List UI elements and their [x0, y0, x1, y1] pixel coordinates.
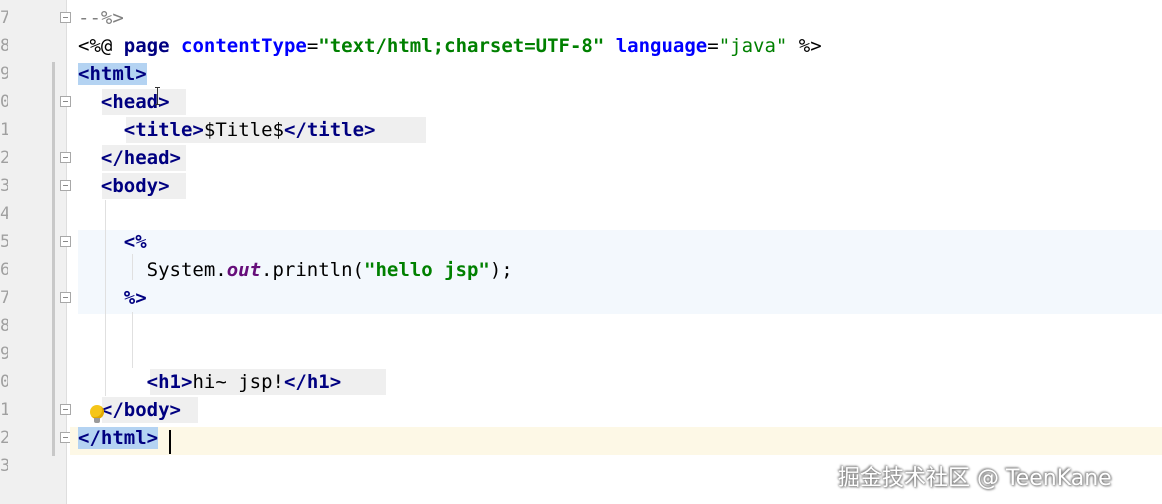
code-line-h1: <h1>hi~ jsp!</h1> — [78, 368, 342, 396]
code-line-html-close: </html> — [78, 424, 159, 452]
tag-lt: < — [100, 91, 113, 113]
title-text: $Title$ — [203, 119, 284, 141]
tag-name-title: title — [135, 119, 193, 141]
tag-lt-close: </ — [100, 399, 124, 421]
code-area[interactable]: --%> <%@ page contentType="text/html;cha… — [70, 0, 1162, 504]
lightbulb-intention-icon[interactable] — [90, 405, 104, 425]
scriptlet-open: <% — [123, 231, 147, 253]
text-caret — [169, 430, 171, 454]
tag-gt: > — [158, 175, 170, 197]
code-line-head-close: </head> — [78, 144, 181, 172]
fold-range-indicator — [52, 62, 55, 456]
scriptlet-close: %> — [123, 287, 147, 309]
tag-name-title-close: title — [306, 119, 365, 141]
tag-gt: > — [329, 371, 342, 393]
line-number: 3 — [0, 456, 8, 476]
tag-lt: < — [78, 63, 90, 85]
attribute-value-language: "java" — [718, 35, 788, 57]
line-number: 0 — [0, 372, 8, 392]
line-number: 9 — [0, 64, 8, 84]
tag-lt: < — [123, 119, 136, 141]
equals-sign: = — [306, 35, 319, 57]
tag-lt-close: </ — [283, 119, 307, 141]
tag-name-body-close: body — [123, 399, 170, 421]
brace-match-highlight: <html> — [78, 63, 147, 85]
tag-name-head: head — [112, 91, 159, 113]
line-number: 9 — [0, 344, 8, 364]
tag-lt-close: </ — [78, 427, 101, 449]
current-line-highlight — [70, 427, 1162, 455]
code-line-html-open: <html> — [78, 60, 147, 88]
code-line-scriptlet-close: %> — [78, 284, 147, 312]
tag-gt: > — [169, 147, 181, 169]
watermark: 掘金技术社区 @ TeenKane — [838, 466, 1112, 491]
tag-gt: > — [192, 119, 204, 141]
tag-lt-close: </ — [100, 147, 124, 169]
lightbulb-glass — [90, 405, 104, 419]
code-line-body-open: <body> — [78, 172, 170, 200]
code-line-page-directive: <%@ page contentType="text/html;charset=… — [78, 32, 822, 60]
tag-name-html-close: html — [100, 427, 147, 449]
comment-close: --%> — [78, 7, 124, 29]
java-class-system: System. — [146, 259, 227, 281]
code-line-comment-end: --%> — [78, 4, 124, 32]
attribute-content-type: contentType — [181, 35, 307, 57]
line-number: 2 — [0, 148, 8, 168]
tag-gt: > — [364, 119, 376, 141]
directive-name: page — [123, 35, 170, 57]
line-number: 7 — [0, 288, 8, 308]
java-method-println: .println( — [261, 259, 364, 281]
line-number: 0 — [0, 92, 8, 112]
lightbulb-base — [94, 418, 100, 423]
code-editor[interactable]: 7 8 9 0 1 2 3 4 5 6 7 8 9 0 1 2 3 --%> <… — [0, 0, 1162, 504]
line-number: 1 — [0, 120, 8, 140]
code-line-scriptlet-open: <% — [78, 228, 147, 256]
java-static-field-out: out — [226, 259, 262, 281]
attribute-language: language — [615, 35, 708, 57]
tag-lt: < — [100, 175, 113, 197]
java-string-literal: "hello jsp" — [364, 259, 490, 281]
h1-text: hi~ jsp! — [192, 371, 284, 393]
editor-gutter: 7 8 9 0 1 2 3 4 5 6 7 8 9 0 1 2 3 — [0, 0, 67, 504]
java-statement-end: ); — [489, 259, 513, 281]
line-number: 8 — [0, 36, 8, 56]
tag-gt: > — [135, 63, 147, 85]
tag-gt: > — [180, 371, 193, 393]
tag-name-html: html — [89, 63, 136, 85]
tag-name-body: body — [112, 175, 159, 197]
code-line-println: System.out.println("hello jsp"); — [78, 256, 513, 284]
line-number: 5 — [0, 232, 8, 252]
equals-sign: = — [707, 35, 719, 57]
tag-gt: > — [146, 427, 159, 449]
line-number: 6 — [0, 260, 8, 280]
line-number: 4 — [0, 204, 8, 224]
line-number: 7 — [0, 8, 8, 28]
directive-open: <%@ — [78, 35, 113, 57]
indent-guide — [132, 312, 133, 368]
line-number: 1 — [0, 400, 8, 420]
text-select-cursor-icon — [155, 86, 161, 106]
line-number: 8 — [0, 316, 8, 336]
tag-name-head-close: head — [123, 147, 170, 169]
tag-lt: < — [146, 371, 159, 393]
tag-lt-close: </ — [283, 371, 307, 393]
line-number: 3 — [0, 176, 8, 196]
directive-close: %> — [798, 35, 822, 57]
attribute-value-content-type: "text/html;charset=UTF-8" — [318, 35, 605, 57]
tag-gt: > — [169, 399, 181, 421]
line-number: 2 — [0, 428, 8, 448]
code-line-title: <title>$Title$</title> — [78, 116, 376, 144]
tag-name-h1: h1 — [158, 371, 181, 393]
tag-name-h1-close: h1 — [306, 371, 330, 393]
brace-match-highlight: </html> — [78, 427, 159, 449]
